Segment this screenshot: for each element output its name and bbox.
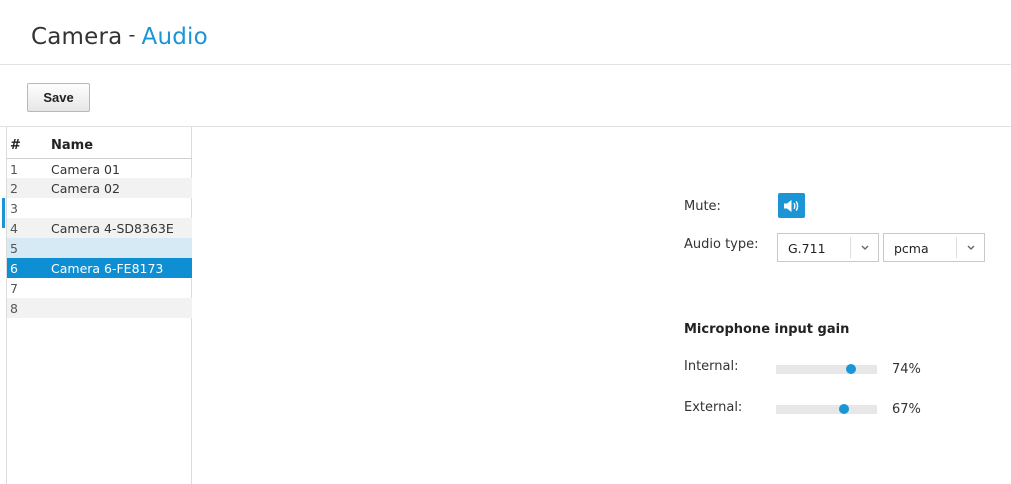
page-title: Camera - Audio bbox=[31, 24, 208, 50]
row-number: 4 bbox=[7, 218, 44, 238]
external-gain-slider[interactable] bbox=[776, 404, 877, 414]
page-title-section: Audio bbox=[141, 24, 208, 50]
row-number: 7 bbox=[10, 281, 18, 296]
speaker-icon bbox=[784, 199, 799, 212]
audio-settings-panel: Mute: Audio type: G.711 pcma Microphone … bbox=[684, 0, 1004, 484]
camera-list-panel: # Name 1 Camera 01 2 Camera 02 3 4 Camer… bbox=[6, 127, 192, 484]
row-number: 5 bbox=[7, 238, 44, 258]
row-camera-name bbox=[44, 278, 192, 298]
row-camera-name bbox=[44, 238, 192, 258]
mute-toggle-button[interactable] bbox=[778, 193, 805, 218]
encoding-select[interactable]: pcma bbox=[883, 233, 985, 262]
row-camera-name: Camera 6-FE8173 bbox=[44, 258, 192, 278]
row-camera-name: Camera 02 bbox=[44, 178, 192, 198]
select-divider bbox=[956, 237, 957, 258]
column-header-name[interactable]: Name bbox=[44, 127, 192, 159]
side-indicator bbox=[2, 198, 5, 228]
column-header-number[interactable]: # bbox=[7, 127, 44, 159]
page-title-main: Camera bbox=[31, 24, 123, 50]
row-number: 8 bbox=[7, 298, 44, 318]
row-number: 6 bbox=[7, 258, 44, 278]
table-row-hovered[interactable]: 5 bbox=[7, 238, 192, 258]
external-gain-label: External: bbox=[684, 400, 743, 415]
codec-select[interactable]: G.711 bbox=[777, 233, 879, 262]
chevron-down-icon bbox=[967, 245, 975, 250]
table-row[interactable]: 1 Camera 01 bbox=[7, 158, 192, 178]
table-row[interactable]: 7 bbox=[7, 278, 192, 298]
internal-gain-slider-handle[interactable] bbox=[845, 364, 856, 374]
row-number: 1 bbox=[10, 161, 18, 177]
mute-label: Mute: bbox=[684, 199, 721, 214]
table-row-selected[interactable]: 6 Camera 6-FE8173 bbox=[7, 258, 192, 278]
table-header-row: # Name bbox=[7, 127, 192, 159]
row-camera-name bbox=[44, 198, 192, 218]
page-title-separator: - bbox=[128, 24, 136, 46]
audio-type-label: Audio type: bbox=[684, 237, 759, 252]
table-row[interactable]: 8 bbox=[7, 298, 192, 318]
table-row[interactable]: 4 Camera 4-SD8363E bbox=[7, 218, 192, 238]
internal-gain-value: 74% bbox=[892, 362, 921, 377]
row-number: 3 bbox=[10, 201, 18, 216]
table-row[interactable]: 3 bbox=[7, 198, 192, 218]
select-divider bbox=[850, 237, 851, 258]
table-row[interactable]: 2 Camera 02 bbox=[7, 178, 192, 198]
row-camera-name: Camera 01 bbox=[51, 161, 120, 177]
encoding-select-value: pcma bbox=[894, 241, 929, 256]
codec-select-value: G.711 bbox=[788, 241, 826, 256]
internal-gain-slider[interactable] bbox=[776, 364, 877, 374]
external-gain-value: 67% bbox=[892, 402, 921, 417]
save-button[interactable]: Save bbox=[27, 83, 90, 112]
chevron-down-icon bbox=[861, 245, 869, 250]
row-camera-name bbox=[44, 298, 192, 318]
microphone-gain-heading: Microphone input gain bbox=[684, 322, 850, 337]
row-camera-name: Camera 4-SD8363E bbox=[44, 218, 192, 238]
internal-gain-label: Internal: bbox=[684, 359, 739, 374]
camera-table: # Name 1 Camera 01 2 Camera 02 3 4 Camer… bbox=[7, 127, 192, 318]
external-gain-slider-handle[interactable] bbox=[838, 404, 849, 414]
row-number: 2 bbox=[7, 178, 44, 198]
